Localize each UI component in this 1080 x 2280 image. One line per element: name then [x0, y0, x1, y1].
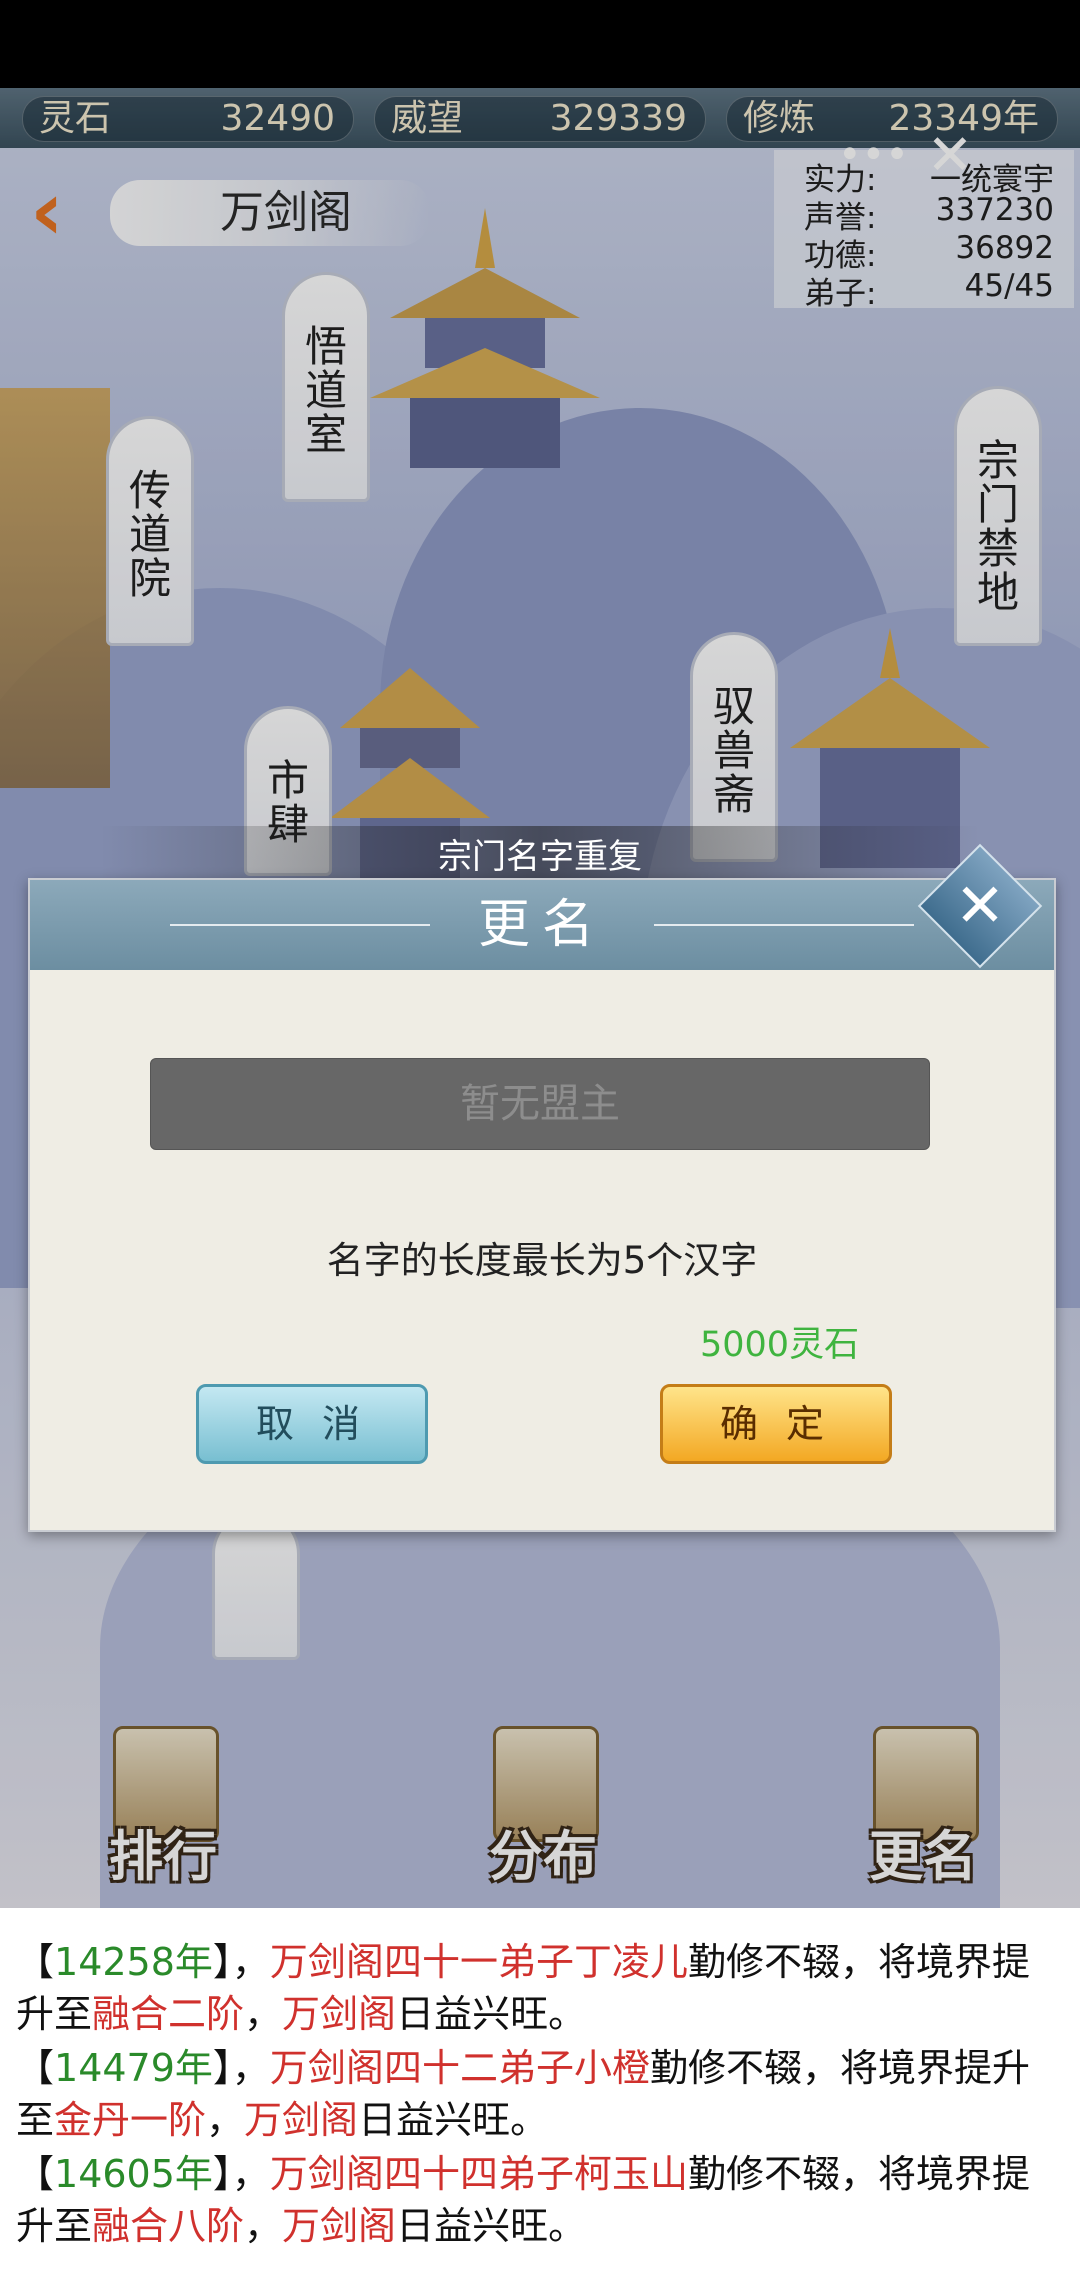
news-text: 日益兴旺。: [358, 2098, 549, 2142]
news-text: 日益兴旺。: [396, 1992, 587, 2036]
bracket: 【: [16, 2152, 55, 2196]
bracket: 】，: [212, 1940, 270, 1984]
cancel-button[interactable]: 取 消: [196, 1384, 428, 1464]
news-realm: 融合八阶: [92, 2204, 245, 2248]
news-sect: 万剑阁: [269, 2152, 384, 2196]
name-input[interactable]: [150, 1058, 930, 1150]
news-text: ，: [244, 1992, 283, 2036]
news-item: 【14605年】，万剑阁四十四弟子柯玉山勤修不辍，将境界提升至融合八阶，万剑阁日…: [16, 2148, 1066, 2252]
news-text: ，: [244, 2204, 283, 2248]
news-year: 14258年: [54, 1940, 213, 1984]
rename-cost: 5000灵石: [700, 1325, 860, 1365]
news-sect: 万剑阁: [269, 2046, 384, 2090]
sect-news-log: 【14258年】，万剑阁四十一弟子丁凌儿勤修不辍，将境界提升至融合二阶，万剑阁日…: [0, 1908, 1080, 2280]
news-sect: 万剑阁: [244, 2098, 359, 2142]
divider: [170, 924, 430, 926]
confirm-button[interactable]: 确 定: [660, 1384, 892, 1464]
news-text: ，: [206, 2098, 245, 2142]
news-item: 【14258年】，万剑阁四十一弟子丁凌儿勤修不辍，将境界提升至融合二阶，万剑阁日…: [16, 1936, 1066, 2040]
bracket: 】，: [212, 2152, 270, 2196]
news-year: 14605年: [54, 2152, 213, 2196]
rename-dialog: 更名 ✕ 名字的长度最长为5个汉字 5000灵石 取 消 确 定: [28, 843, 1056, 1532]
news-disciple: 四十四弟子柯玉山: [383, 2152, 688, 2196]
news-year: 14479年: [54, 2046, 213, 2090]
close-icon: ✕: [954, 871, 1006, 941]
news-realm: 融合二阶: [92, 1992, 245, 2036]
news-realm: 金丹一阶: [54, 2098, 207, 2142]
news-sect: 万剑阁: [282, 1992, 397, 2036]
divider: [654, 924, 914, 926]
news-sect: 万剑阁: [269, 1940, 384, 1984]
bracket: 【: [16, 2046, 55, 2090]
news-item: 【14479年】，万剑阁四十二弟子小橙勤修不辍，将境界提升至金丹一阶，万剑阁日益…: [16, 2042, 1066, 2146]
news-disciple: 四十二弟子小橙: [383, 2046, 650, 2090]
dialog-header: 更名: [30, 880, 1054, 970]
status-bar: [0, 0, 1080, 88]
name-length-hint: 名字的长度最长为5个汉字: [326, 1239, 758, 1282]
news-disciple: 四十一弟子丁凌儿: [383, 1940, 688, 1984]
news-sect: 万剑阁: [282, 2204, 397, 2248]
bracket: 【: [16, 1940, 55, 1984]
dialog-title: 更名: [477, 895, 606, 955]
bracket: 】，: [212, 2046, 270, 2090]
news-text: 日益兴旺。: [396, 2204, 587, 2248]
